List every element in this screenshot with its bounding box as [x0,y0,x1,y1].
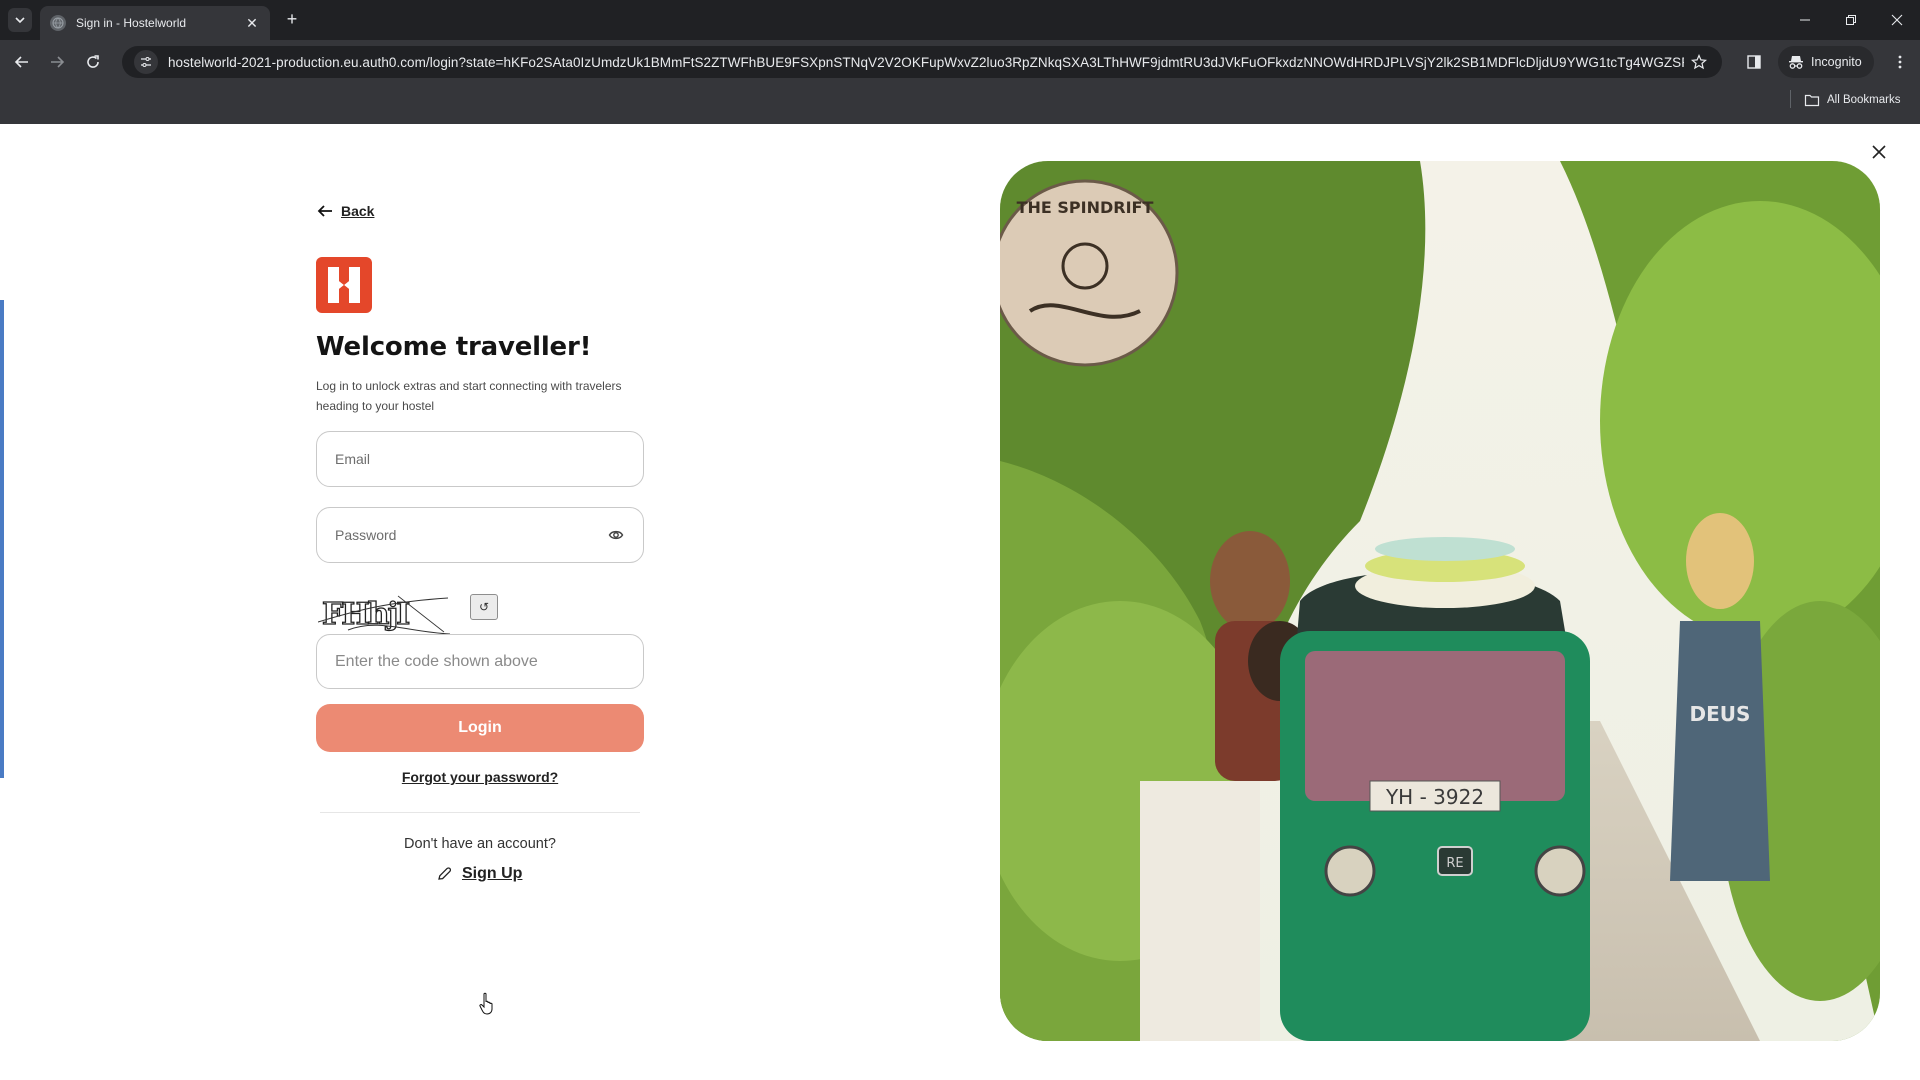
arrow-left-icon [317,205,332,217]
captcha-image: FHhjI [318,595,451,634]
back-nav-button[interactable] [10,50,34,74]
page-title: Welcome traveller! [316,332,592,362]
no-account-text: Don't have an account? [404,836,556,852]
close-icon [1891,14,1903,26]
close-window-button[interactable] [1874,0,1920,40]
sign-up-link[interactable]: Sign Up [436,865,522,883]
hero-shirt-text: DEUS [1690,702,1751,726]
sign-up-label: Sign Up [462,865,523,882]
site-info-icon[interactable] [134,50,158,74]
password-input[interactable] [335,527,607,543]
back-label: Back [341,203,375,219]
profile-label: Incognito [1811,55,1862,69]
kebab-menu-icon [1898,55,1902,69]
arrow-left-icon [14,56,28,68]
hero-sign-text: THE SPINDRIFT [1017,198,1154,217]
minimize-button[interactable] [1782,0,1828,40]
restore-button[interactable] [1828,0,1874,40]
captcha-input[interactable] [335,652,625,671]
email-field[interactable] [316,431,644,487]
tab-title: Sign in - Hostelworld [76,16,187,30]
login-page: Back Welcome traveller! Log in to unlock… [0,124,1920,1080]
globe-icon [50,15,66,31]
bookmarks-separator [1790,90,1791,108]
url-text[interactable]: hostelworld-2021-production.eu.auth0.com… [168,55,1684,70]
hero-badge-text: RE [1446,856,1463,871]
all-bookmarks-label: All Bookmarks [1827,94,1901,106]
close-icon [1872,145,1886,159]
browser-tab[interactable]: Sign in - Hostelworld ✕ [40,6,270,40]
forward-nav-button[interactable] [45,50,69,74]
restore-icon [1846,15,1856,25]
incognito-profile-button[interactable]: Incognito [1778,46,1874,78]
minimize-icon [1800,19,1810,21]
reload-button[interactable] [81,50,105,74]
browser-tabstrip: Sign in - Hostelworld ✕ + [0,0,1920,40]
bookmark-star-icon[interactable] [1684,47,1714,77]
login-button[interactable]: Login [316,704,644,752]
chevron-down-icon [15,17,25,24]
browser-toolbar: hostelworld-2021-production.eu.auth0.com… [0,40,1920,124]
captcha-refresh-button[interactable]: ↺ [470,594,498,620]
new-tab-button[interactable]: + [282,9,302,29]
folder-icon [1804,94,1820,107]
incognito-icon [1789,56,1803,69]
forgot-password-link[interactable]: Forgot your password? [316,769,644,785]
hand-cursor-icon [479,992,493,1015]
show-password-eye-icon[interactable] [607,526,625,544]
page-subtitle: Log in to unlock extras and start connec… [316,379,622,413]
side-panel-button[interactable] [1742,50,1766,74]
browser-menu-button[interactable] [1888,50,1912,74]
divider [320,812,640,813]
tab-close-icon[interactable]: ✕ [244,15,260,31]
hostelworld-logo [316,257,372,313]
hero-plate-text: YH - 3922 [1385,785,1484,809]
arrow-right-icon [51,56,65,68]
side-panel-icon [1747,55,1761,69]
reload-icon [87,55,99,68]
captcha-field[interactable] [316,634,644,689]
left-accent-bar [0,300,4,778]
back-link[interactable]: Back [316,202,374,220]
tab-search-button[interactable] [8,8,32,32]
email-input[interactable] [335,451,625,467]
address-bar[interactable]: hostelworld-2021-production.eu.auth0.com… [122,46,1722,78]
close-modal-button[interactable] [1866,139,1892,165]
password-field[interactable] [316,507,644,563]
all-bookmarks-button[interactable]: All Bookmarks [1804,90,1901,110]
hero-photo: THE SPINDRIFT DEUS YH - 3922 RE [1000,161,1880,1041]
pencil-icon [438,867,452,880]
